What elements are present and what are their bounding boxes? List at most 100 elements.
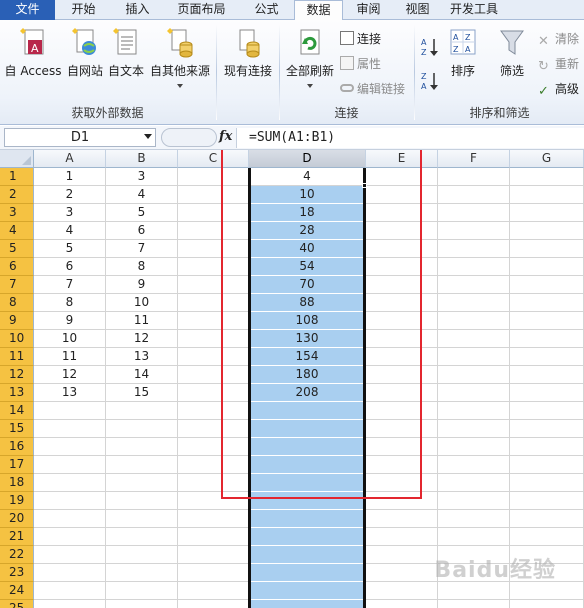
ribbon-tab[interactable]: 数据 <box>294 0 343 21</box>
cell-a16[interactable] <box>34 438 106 456</box>
cell-c8[interactable] <box>178 294 249 312</box>
cell-c10[interactable] <box>178 330 249 348</box>
cell-e21[interactable] <box>366 528 438 546</box>
cell-d3[interactable]: 18 <box>249 204 366 222</box>
sort-button[interactable]: A Z Z A 排序 <box>444 27 482 79</box>
row-header[interactable]: 18 <box>0 474 34 492</box>
cell-g13[interactable] <box>510 384 584 402</box>
column-header-d[interactable]: D <box>249 150 366 168</box>
cell-d2[interactable]: 10 <box>249 186 366 204</box>
cell-e23[interactable] <box>366 564 438 582</box>
cell-f17[interactable] <box>438 456 510 474</box>
cell-g3[interactable] <box>510 204 584 222</box>
cell-g20[interactable] <box>510 510 584 528</box>
cell-b2[interactable]: 4 <box>106 186 178 204</box>
row-header[interactable]: 22 <box>0 546 34 564</box>
cell-b13[interactable]: 15 <box>106 384 178 402</box>
cell-d16[interactable] <box>249 438 366 456</box>
cell-b17[interactable] <box>106 456 178 474</box>
row-header[interactable]: 23 <box>0 564 34 582</box>
ribbon-tab[interactable]: 开始 <box>56 0 111 20</box>
cell-g24[interactable] <box>510 582 584 600</box>
cell-b19[interactable] <box>106 492 178 510</box>
cell-a23[interactable] <box>34 564 106 582</box>
ribbon-tab[interactable]: 开发工具 <box>442 0 506 20</box>
cell-g7[interactable] <box>510 276 584 294</box>
cell-b14[interactable] <box>106 402 178 420</box>
cell-f15[interactable] <box>438 420 510 438</box>
cell-c20[interactable] <box>178 510 249 528</box>
row-header[interactable]: 3 <box>0 204 34 222</box>
cell-f14[interactable] <box>438 402 510 420</box>
cell-g2[interactable] <box>510 186 584 204</box>
cell-g17[interactable] <box>510 456 584 474</box>
cell-d21[interactable] <box>249 528 366 546</box>
cell-d20[interactable] <box>249 510 366 528</box>
cell-d6[interactable]: 54 <box>249 258 366 276</box>
row-header[interactable]: 17 <box>0 456 34 474</box>
cell-e18[interactable] <box>366 474 438 492</box>
ribbon-tab[interactable]: 审阅 <box>344 0 393 20</box>
cell-d10[interactable]: 130 <box>249 330 366 348</box>
cell-b9[interactable]: 11 <box>106 312 178 330</box>
cell-f10[interactable] <box>438 330 510 348</box>
cell-g5[interactable] <box>510 240 584 258</box>
cell-e13[interactable] <box>366 384 438 402</box>
cell-a19[interactable] <box>34 492 106 510</box>
refresh-all-button[interactable]: 全部刷新 <box>284 27 336 88</box>
cell-g9[interactable] <box>510 312 584 330</box>
cell-a1[interactable]: 1 <box>34 168 106 186</box>
cell-d18[interactable] <box>249 474 366 492</box>
cell-g11[interactable] <box>510 348 584 366</box>
cell-a12[interactable]: 12 <box>34 366 106 384</box>
column-header-a[interactable]: A <box>34 150 106 168</box>
cell-b8[interactable]: 10 <box>106 294 178 312</box>
cell-e5[interactable] <box>366 240 438 258</box>
ribbon-tab[interactable]: 视图 <box>394 0 441 20</box>
cell-f13[interactable] <box>438 384 510 402</box>
cell-e20[interactable] <box>366 510 438 528</box>
cell-e24[interactable] <box>366 582 438 600</box>
cell-c12[interactable] <box>178 366 249 384</box>
insert-function-button[interactable]: fx <box>219 129 232 144</box>
cell-f19[interactable] <box>438 492 510 510</box>
cell-g19[interactable] <box>510 492 584 510</box>
cell-b10[interactable]: 12 <box>106 330 178 348</box>
cell-a17[interactable] <box>34 456 106 474</box>
cell-e9[interactable] <box>366 312 438 330</box>
cell-a3[interactable]: 3 <box>34 204 106 222</box>
cell-c2[interactable] <box>178 186 249 204</box>
cell-c25[interactable] <box>178 600 249 608</box>
cell-a14[interactable] <box>34 402 106 420</box>
row-header[interactable]: 25 <box>0 600 34 608</box>
cell-e25[interactable] <box>366 600 438 608</box>
cell-e10[interactable] <box>366 330 438 348</box>
from-text-button[interactable]: 自文本 <box>106 27 146 79</box>
row-header[interactable]: 24 <box>0 582 34 600</box>
cell-e16[interactable] <box>366 438 438 456</box>
cell-c18[interactable] <box>178 474 249 492</box>
existing-connections-button[interactable]: 现有连接 <box>220 27 276 79</box>
cell-c19[interactable] <box>178 492 249 510</box>
name-box-dropdown-icon[interactable] <box>144 134 152 139</box>
cell-e8[interactable] <box>366 294 438 312</box>
row-header[interactable]: 11 <box>0 348 34 366</box>
row-header[interactable]: 2 <box>0 186 34 204</box>
sort-descending-button[interactable]: Z A <box>420 70 440 95</box>
cell-a4[interactable]: 4 <box>34 222 106 240</box>
row-header[interactable]: 20 <box>0 510 34 528</box>
row-header[interactable]: 19 <box>0 492 34 510</box>
ribbon-tab[interactable]: 页面布局 <box>164 0 239 20</box>
cell-g25[interactable] <box>510 600 584 608</box>
cell-g18[interactable] <box>510 474 584 492</box>
cell-g1[interactable] <box>510 168 584 186</box>
cell-d4[interactable]: 28 <box>249 222 366 240</box>
cell-a10[interactable]: 10 <box>34 330 106 348</box>
cell-a24[interactable] <box>34 582 106 600</box>
cell-a2[interactable]: 2 <box>34 186 106 204</box>
cell-e1[interactable] <box>366 168 438 186</box>
cell-c4[interactable] <box>178 222 249 240</box>
from-other-sources-button[interactable]: 自其他来源 <box>148 27 212 88</box>
from-access-button[interactable]: A 自 Access <box>4 27 62 79</box>
select-all-corner[interactable] <box>0 150 34 168</box>
